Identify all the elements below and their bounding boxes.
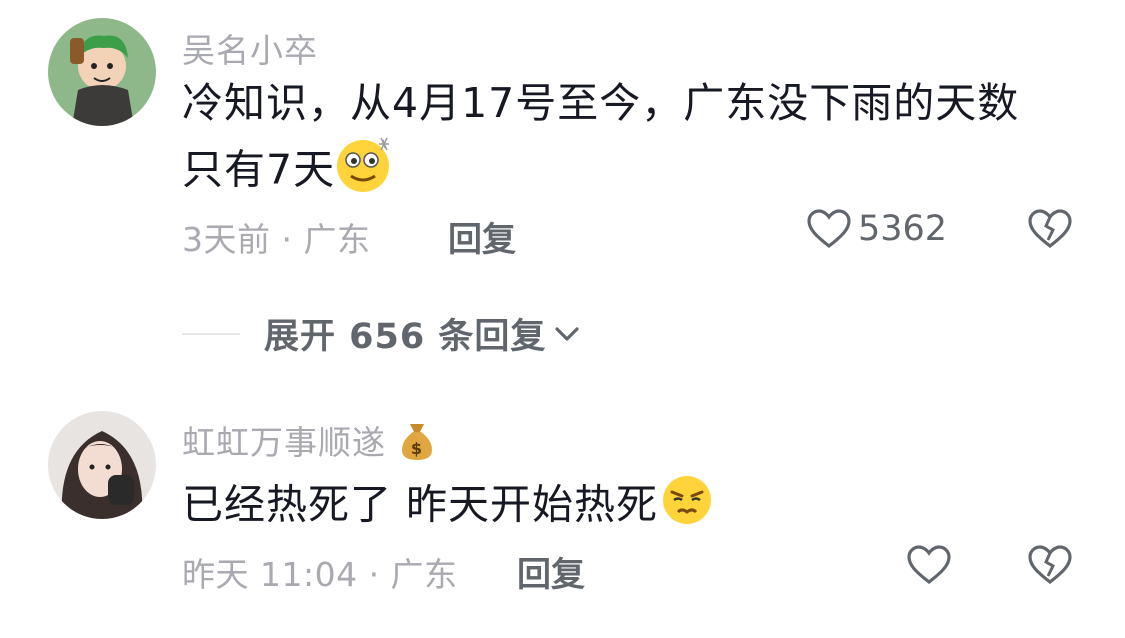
comment-text-fragment: 只有7天 [182, 145, 336, 194]
comment-text: 已经热死了 昨天开始热死 [182, 472, 716, 543]
expand-replies-label: 展开 656 条回复 [264, 317, 547, 357]
like-button[interactable] [906, 544, 958, 586]
money-bag-emoji: $ [398, 420, 436, 470]
expand-replies-button[interactable]: 展开 656 条回复 [182, 308, 582, 359]
comment-text-line: 冷知识，从4月17号至今，广东没下雨的天数 [182, 79, 1020, 127]
reply-button[interactable]: 回复 [448, 212, 516, 261]
avatar[interactable] [48, 411, 156, 519]
broken-heart-icon [1028, 209, 1072, 249]
broken-heart-icon [1028, 545, 1072, 585]
like-button[interactable]: 5362 [806, 208, 947, 250]
comment-text-line-2: 只有7天 [182, 134, 1019, 211]
heart-icon [807, 209, 851, 249]
divider-line [182, 332, 240, 335]
comment-text: 冷知识，从4月17号至今，广东没下雨的天数 只有7天 [182, 73, 1019, 211]
sweating-annoyed-emoji [658, 472, 716, 543]
comment-text-fragment: 已经热死了 昨天开始热死 [182, 480, 659, 529]
dizzy-smile-emoji [335, 134, 395, 211]
comment-meta: 3天前 · 广东 [182, 220, 371, 259]
comment-username[interactable]: 吴名小卒 [182, 24, 318, 72]
comment-username[interactable]: 虹虹万事顺遂 $ [182, 416, 436, 470]
username-text: 虹虹万事顺遂 [182, 423, 386, 462]
avatar[interactable] [48, 18, 156, 126]
chevron-down-icon [555, 326, 580, 341]
like-count: 5362 [858, 209, 948, 249]
comment-meta: 昨天 11:04 · 广东 [182, 555, 458, 594]
dislike-button[interactable] [1027, 208, 1073, 254]
dislike-button[interactable] [1027, 544, 1073, 590]
reply-button[interactable]: 回复 [517, 547, 585, 596]
svg-text:$: $ [410, 439, 422, 458]
heart-icon [907, 545, 951, 585]
